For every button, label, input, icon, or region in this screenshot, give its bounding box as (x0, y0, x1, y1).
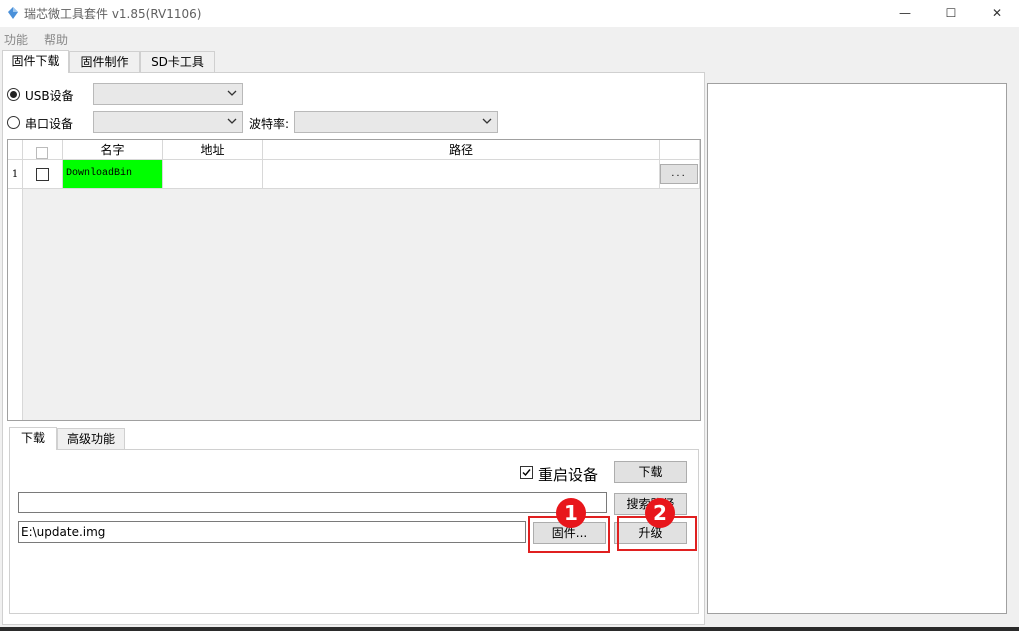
baud-rate-select[interactable] (294, 111, 498, 133)
menu-function[interactable]: 功能 (4, 31, 28, 48)
tab-firmware-make[interactable]: 固件制作 (69, 51, 140, 73)
tab-advanced[interactable]: 高级功能 (57, 428, 125, 450)
table-header-path: 路径 (263, 140, 660, 160)
table-corner (8, 140, 23, 160)
table-row-address[interactable] (163, 160, 263, 189)
maximize-button[interactable]: ☐ (928, 0, 974, 27)
minimize-button[interactable]: — (882, 0, 928, 27)
log-panel[interactable] (707, 83, 1007, 614)
usb-device-label: USB设备 (25, 89, 74, 103)
step-badge-1: 1 (556, 498, 586, 528)
table-row-name[interactable]: DownloadBin (63, 160, 163, 189)
window-bottom-edge (0, 627, 1019, 631)
reboot-label: 重启设备 (538, 466, 599, 484)
close-button[interactable]: ✕ (974, 0, 1019, 27)
table-header-check (23, 140, 63, 160)
tab-firmware-download[interactable]: 固件下载 (2, 50, 69, 73)
table-header-name: 名字 (63, 140, 163, 160)
row-checkbox[interactable] (36, 168, 49, 181)
reboot-checkbox[interactable] (520, 466, 533, 479)
usb-device-select[interactable] (93, 83, 243, 105)
step-badge-2: 2 (645, 498, 675, 528)
tab-sd-card-tool[interactable]: SD卡工具 (140, 51, 215, 73)
chevron-down-icon (227, 90, 237, 96)
checkmark-icon (522, 469, 531, 477)
chevron-down-icon (227, 118, 237, 124)
serial-device-radio[interactable] (7, 116, 20, 129)
menu-bar (0, 27, 1019, 49)
search-path-field[interactable] (18, 492, 607, 513)
chevron-down-icon (482, 118, 492, 124)
app-icon (8, 7, 18, 19)
baud-rate-label: 波特率: (249, 117, 290, 131)
firmware-path-field[interactable]: E:\update.img (18, 521, 526, 543)
table-row-check-cell (23, 160, 63, 189)
menu-help[interactable]: 帮助 (44, 31, 68, 48)
browse-button[interactable]: ... (660, 164, 698, 184)
window-title: 瑞芯微工具套件 v1.85(RV1106) (24, 7, 202, 21)
table-header-action (660, 140, 700, 160)
table-row-index: 1 (8, 160, 23, 189)
download-button[interactable]: 下载 (614, 461, 687, 483)
usb-device-radio[interactable] (7, 88, 20, 101)
row-index-column (8, 189, 23, 420)
table-row-action-cell: ... (660, 160, 700, 189)
tab-download[interactable]: 下载 (9, 427, 57, 450)
table-header-address: 地址 (163, 140, 263, 160)
serial-device-label: 串口设备 (25, 117, 74, 131)
serial-device-select[interactable] (93, 111, 243, 133)
select-all-checkbox[interactable] (36, 147, 48, 159)
table-row-path[interactable] (263, 160, 660, 189)
